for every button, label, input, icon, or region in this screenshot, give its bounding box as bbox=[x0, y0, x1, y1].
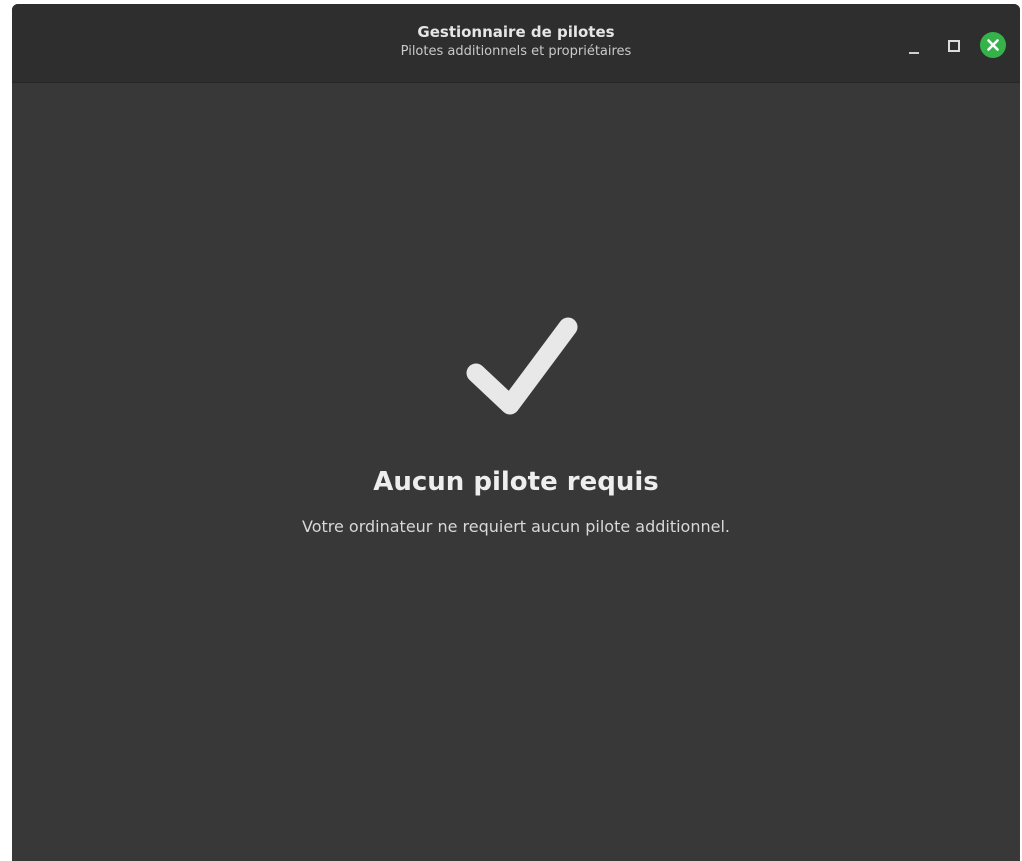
close-button[interactable] bbox=[980, 32, 1006, 58]
status-message: Votre ordinateur ne requiert aucun pilot… bbox=[301, 517, 730, 536]
maximize-button[interactable] bbox=[940, 32, 966, 58]
title-bar[interactable]: Gestionnaire de pilotes Pilotes addition… bbox=[12, 4, 1020, 83]
window-subtitle: Pilotes additionnels et propriétaires bbox=[400, 44, 632, 59]
minimize-button[interactable] bbox=[901, 32, 927, 58]
driver-manager-window: Gestionnaire de pilotes Pilotes addition… bbox=[12, 4, 1020, 861]
checkmark-icon bbox=[466, 317, 578, 415]
status-title: Aucun pilote requis bbox=[373, 467, 659, 497]
close-icon bbox=[987, 39, 999, 51]
minimize-icon bbox=[909, 52, 919, 54]
title-block: Gestionnaire de pilotes Pilotes addition… bbox=[12, 22, 1020, 60]
window-title: Gestionnaire de pilotes bbox=[417, 23, 615, 41]
maximize-icon bbox=[948, 40, 960, 52]
status-page: Aucun pilote requis Votre ordinateur ne … bbox=[12, 83, 1020, 861]
